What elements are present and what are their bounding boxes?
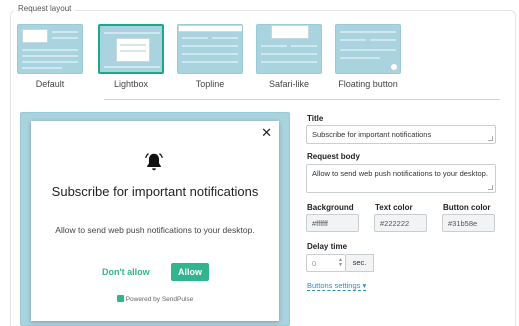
button-color-input[interactable]: #31b58e: [442, 214, 495, 232]
layout-thumbnail-lightbox: [98, 24, 164, 74]
request-body-value: Allow to send web push notifications to …: [312, 169, 488, 178]
sendpulse-logo-icon: [116, 295, 124, 302]
request-body-label: Request body: [307, 152, 360, 161]
powered-by-text: Powered by SendPulse: [125, 296, 194, 303]
allow-button[interactable]: Allow: [171, 263, 209, 281]
stepper-arrows-icon[interactable]: ▲ ▼: [338, 258, 343, 268]
section-legend: Request layout: [14, 4, 76, 13]
buttons-settings-link[interactable]: Buttons settings ▾: [307, 281, 367, 291]
layout-label-safari-like: Safari-like: [268, 79, 309, 89]
layout-label-topline: Topline: [195, 79, 225, 89]
bell-icon: [145, 153, 163, 171]
layout-thumbnail-default: [17, 24, 83, 74]
text-color-input[interactable]: #222222: [374, 214, 427, 232]
layout-option-lightbox[interactable]: Lightbox: [91, 24, 171, 89]
request-body-textarea[interactable]: Allow to send web push notifications to …: [306, 164, 496, 193]
layout-label-default: Default: [35, 79, 65, 89]
layout-option-safari-like[interactable]: Safari-like: [249, 24, 329, 89]
resize-handle-icon[interactable]: [488, 185, 493, 190]
layout-label-lightbox: Lightbox: [113, 79, 149, 89]
delay-time-label: Delay time: [307, 242, 348, 251]
title-label: Title: [307, 114, 324, 123]
text-color-label: Text color: [375, 203, 413, 212]
dont-allow-button[interactable]: Don't allow: [102, 267, 150, 277]
layout-option-default[interactable]: Default: [10, 24, 90, 89]
title-input-value: Subscribe for important notifications: [312, 130, 432, 139]
layout-selector: Default Lightbox Topline Safari-like Flo…: [17, 24, 508, 94]
title-input[interactable]: Subscribe for important notifications: [306, 125, 496, 144]
popup-body: Allow to send web push notifications to …: [55, 225, 255, 235]
button-color-label: Button color: [443, 203, 491, 212]
layout-option-floating-button[interactable]: Floating button: [328, 24, 408, 89]
powered-by-footer: Powered by SendPulse: [31, 295, 279, 303]
background-color-input[interactable]: #ffffff: [306, 214, 359, 232]
delay-time-input[interactable]: 0 ▲ ▼: [306, 254, 346, 272]
layout-label-floating-button: Floating button: [338, 79, 398, 89]
layout-thumbnail-floating-button: [335, 24, 401, 74]
popup-title: Subscribe for important notifications: [51, 184, 259, 199]
delay-time-value: 0: [312, 259, 317, 268]
delay-unit-label: sec.: [346, 254, 374, 272]
background-label: Background: [307, 203, 354, 212]
close-icon[interactable]: ✕: [261, 126, 272, 140]
layout-divider: [104, 99, 500, 100]
layout-thumbnail-topline: [177, 24, 243, 74]
layout-option-topline[interactable]: Topline: [170, 24, 250, 89]
subscription-popup-preview: ✕ Subscribe for important notifications …: [31, 121, 279, 321]
layout-thumbnail-safari-like: [256, 24, 322, 74]
resize-handle-icon[interactable]: [488, 136, 493, 141]
